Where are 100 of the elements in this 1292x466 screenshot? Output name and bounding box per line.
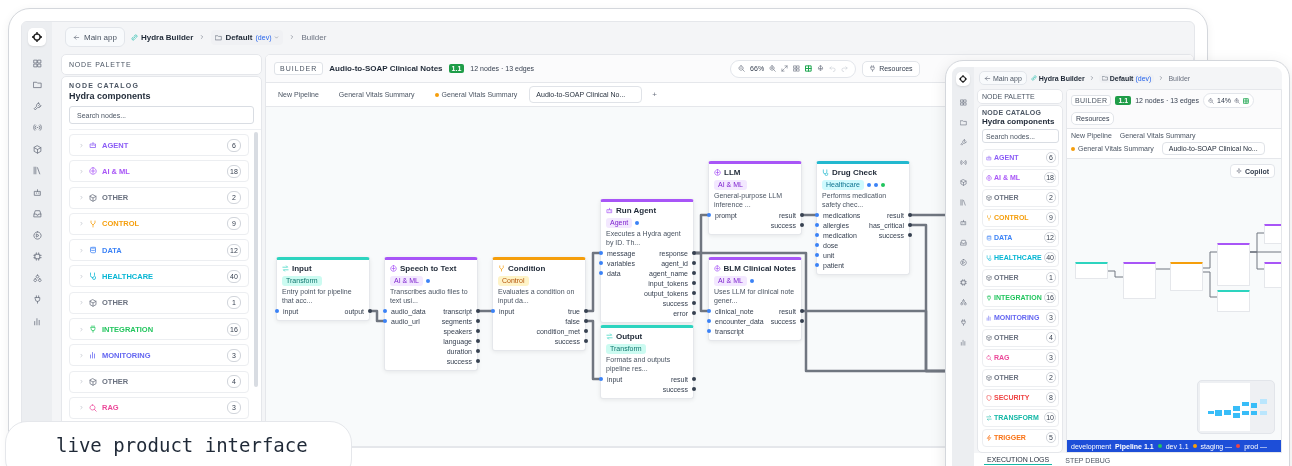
- port-dot[interactable]: [814, 233, 819, 237]
- port-dot[interactable]: [691, 291, 696, 295]
- port-dot[interactable]: [691, 271, 696, 275]
- grid-icon[interactable]: [793, 65, 801, 72]
- signal-icon[interactable]: [959, 159, 967, 166]
- port-dot[interactable]: [475, 309, 480, 313]
- port-dot[interactable]: [475, 319, 480, 323]
- cube-icon[interactable]: [32, 144, 42, 154]
- bar-chart-icon[interactable]: [32, 316, 42, 326]
- port-dot[interactable]: [799, 319, 804, 323]
- zoom-out-icon[interactable]: [738, 65, 746, 72]
- signal-icon[interactable]: [32, 123, 42, 132]
- grid-icon[interactable]: [32, 58, 42, 68]
- chevron-icon: [1158, 75, 1165, 81]
- grid-icon[interactable]: [959, 99, 967, 106]
- library-icon[interactable]: [959, 199, 967, 206]
- add-tab-button[interactable]: +: [652, 90, 657, 99]
- inbox-icon[interactable]: [32, 209, 42, 218]
- port-dot[interactable]: [691, 261, 696, 265]
- bar-chart-icon[interactable]: [959, 339, 967, 346]
- cube-icon: [986, 334, 992, 341]
- node-card-drawing[interactable]: [1217, 290, 1250, 312]
- cluster-icon[interactable]: [959, 299, 967, 306]
- inbox-icon[interactable]: [959, 239, 967, 246]
- port-dot[interactable]: [367, 309, 372, 313]
- wrench-icon[interactable]: [32, 101, 42, 111]
- port-dot[interactable]: [706, 329, 711, 333]
- port-dot[interactable]: [691, 311, 696, 315]
- search-icon: [89, 403, 97, 412]
- port-dot[interactable]: [706, 213, 711, 217]
- back-button[interactable]: Main app: [65, 27, 125, 47]
- logo-icon[interactable]: [28, 28, 46, 46]
- breadcrumb-link[interactable]: Hydra Builder: [130, 32, 194, 42]
- port-dot[interactable]: [583, 319, 588, 323]
- robot-icon[interactable]: [32, 187, 42, 197]
- port-dot[interactable]: [691, 301, 696, 305]
- port-dot[interactable]: [598, 251, 603, 255]
- chip-icon[interactable]: [32, 252, 42, 261]
- cube-icon[interactable]: [959, 179, 967, 186]
- port-dot[interactable]: [583, 329, 588, 333]
- node-icon: [606, 333, 613, 340]
- logo-icon[interactable]: [956, 72, 970, 86]
- port-dot[interactable]: [382, 319, 387, 323]
- port-dot[interactable]: [382, 309, 387, 313]
- port-dot[interactable]: [907, 223, 912, 227]
- plug-icon[interactable]: [959, 319, 967, 326]
- port-dot[interactable]: [583, 309, 588, 313]
- port-dot[interactable]: [706, 319, 711, 323]
- wrench-icon[interactable]: [959, 139, 967, 146]
- zoom-in-icon[interactable]: [1234, 97, 1241, 104]
- port-dot[interactable]: [799, 309, 804, 313]
- scrollbar[interactable]: [254, 132, 258, 387]
- port-dot[interactable]: [598, 271, 603, 275]
- node-card-drawing[interactable]: [1075, 262, 1108, 279]
- breadcrumb-link[interactable]: Builder: [301, 32, 327, 42]
- chip-icon[interactable]: [959, 279, 967, 286]
- play-icon[interactable]: [959, 259, 967, 266]
- folder-icon[interactable]: [959, 119, 967, 126]
- node-card-drawing[interactable]: [1170, 262, 1203, 291]
- layout-icon[interactable]: [805, 65, 813, 72]
- chevron-icon: [79, 300, 84, 306]
- node-card-drawing[interactable]: [1217, 243, 1250, 286]
- node-card-drawing[interactable]: [1123, 262, 1156, 299]
- folder-icon[interactable]: [32, 80, 42, 89]
- plug-icon[interactable]: [32, 295, 42, 304]
- port-dot[interactable]: [706, 309, 711, 313]
- port-dot[interactable]: [799, 223, 804, 227]
- port-dot[interactable]: [814, 253, 819, 257]
- zoom-in-icon[interactable]: [769, 65, 777, 72]
- port-dot[interactable]: [583, 339, 588, 343]
- expand-icon[interactable]: [781, 65, 789, 72]
- port-dot[interactable]: [799, 213, 804, 217]
- minimap[interactable]: [1197, 380, 1275, 434]
- port-dot[interactable]: [907, 233, 912, 237]
- layout-icon[interactable]: [1243, 97, 1250, 104]
- port-dot[interactable]: [814, 243, 819, 247]
- library-icon[interactable]: [32, 166, 42, 175]
- port-dot[interactable]: [598, 377, 603, 381]
- port-dot[interactable]: [475, 329, 480, 333]
- zoom-out-icon[interactable]: [1208, 97, 1214, 104]
- port-dot[interactable]: [691, 387, 696, 391]
- port-dot[interactable]: [814, 213, 819, 217]
- port-dot[interactable]: [814, 223, 819, 227]
- port-dot[interactable]: [475, 359, 480, 363]
- node-icon: [498, 265, 505, 272]
- port-dot[interactable]: [475, 349, 480, 353]
- port-dot[interactable]: [907, 213, 912, 217]
- port-dot[interactable]: [490, 309, 495, 313]
- play-icon[interactable]: [32, 230, 42, 240]
- port-dot[interactable]: [475, 339, 480, 343]
- port-dot[interactable]: [814, 263, 819, 267]
- port-dot[interactable]: [691, 377, 696, 381]
- robot-icon[interactable]: [959, 219, 967, 226]
- port-dot[interactable]: [691, 251, 696, 255]
- cluster-icon[interactable]: [32, 273, 42, 283]
- port-dot[interactable]: [691, 281, 696, 285]
- port-dot[interactable]: [274, 309, 279, 313]
- port-dot[interactable]: [598, 261, 603, 265]
- search-icon: [986, 354, 992, 361]
- folder-icon: [215, 33, 223, 41]
